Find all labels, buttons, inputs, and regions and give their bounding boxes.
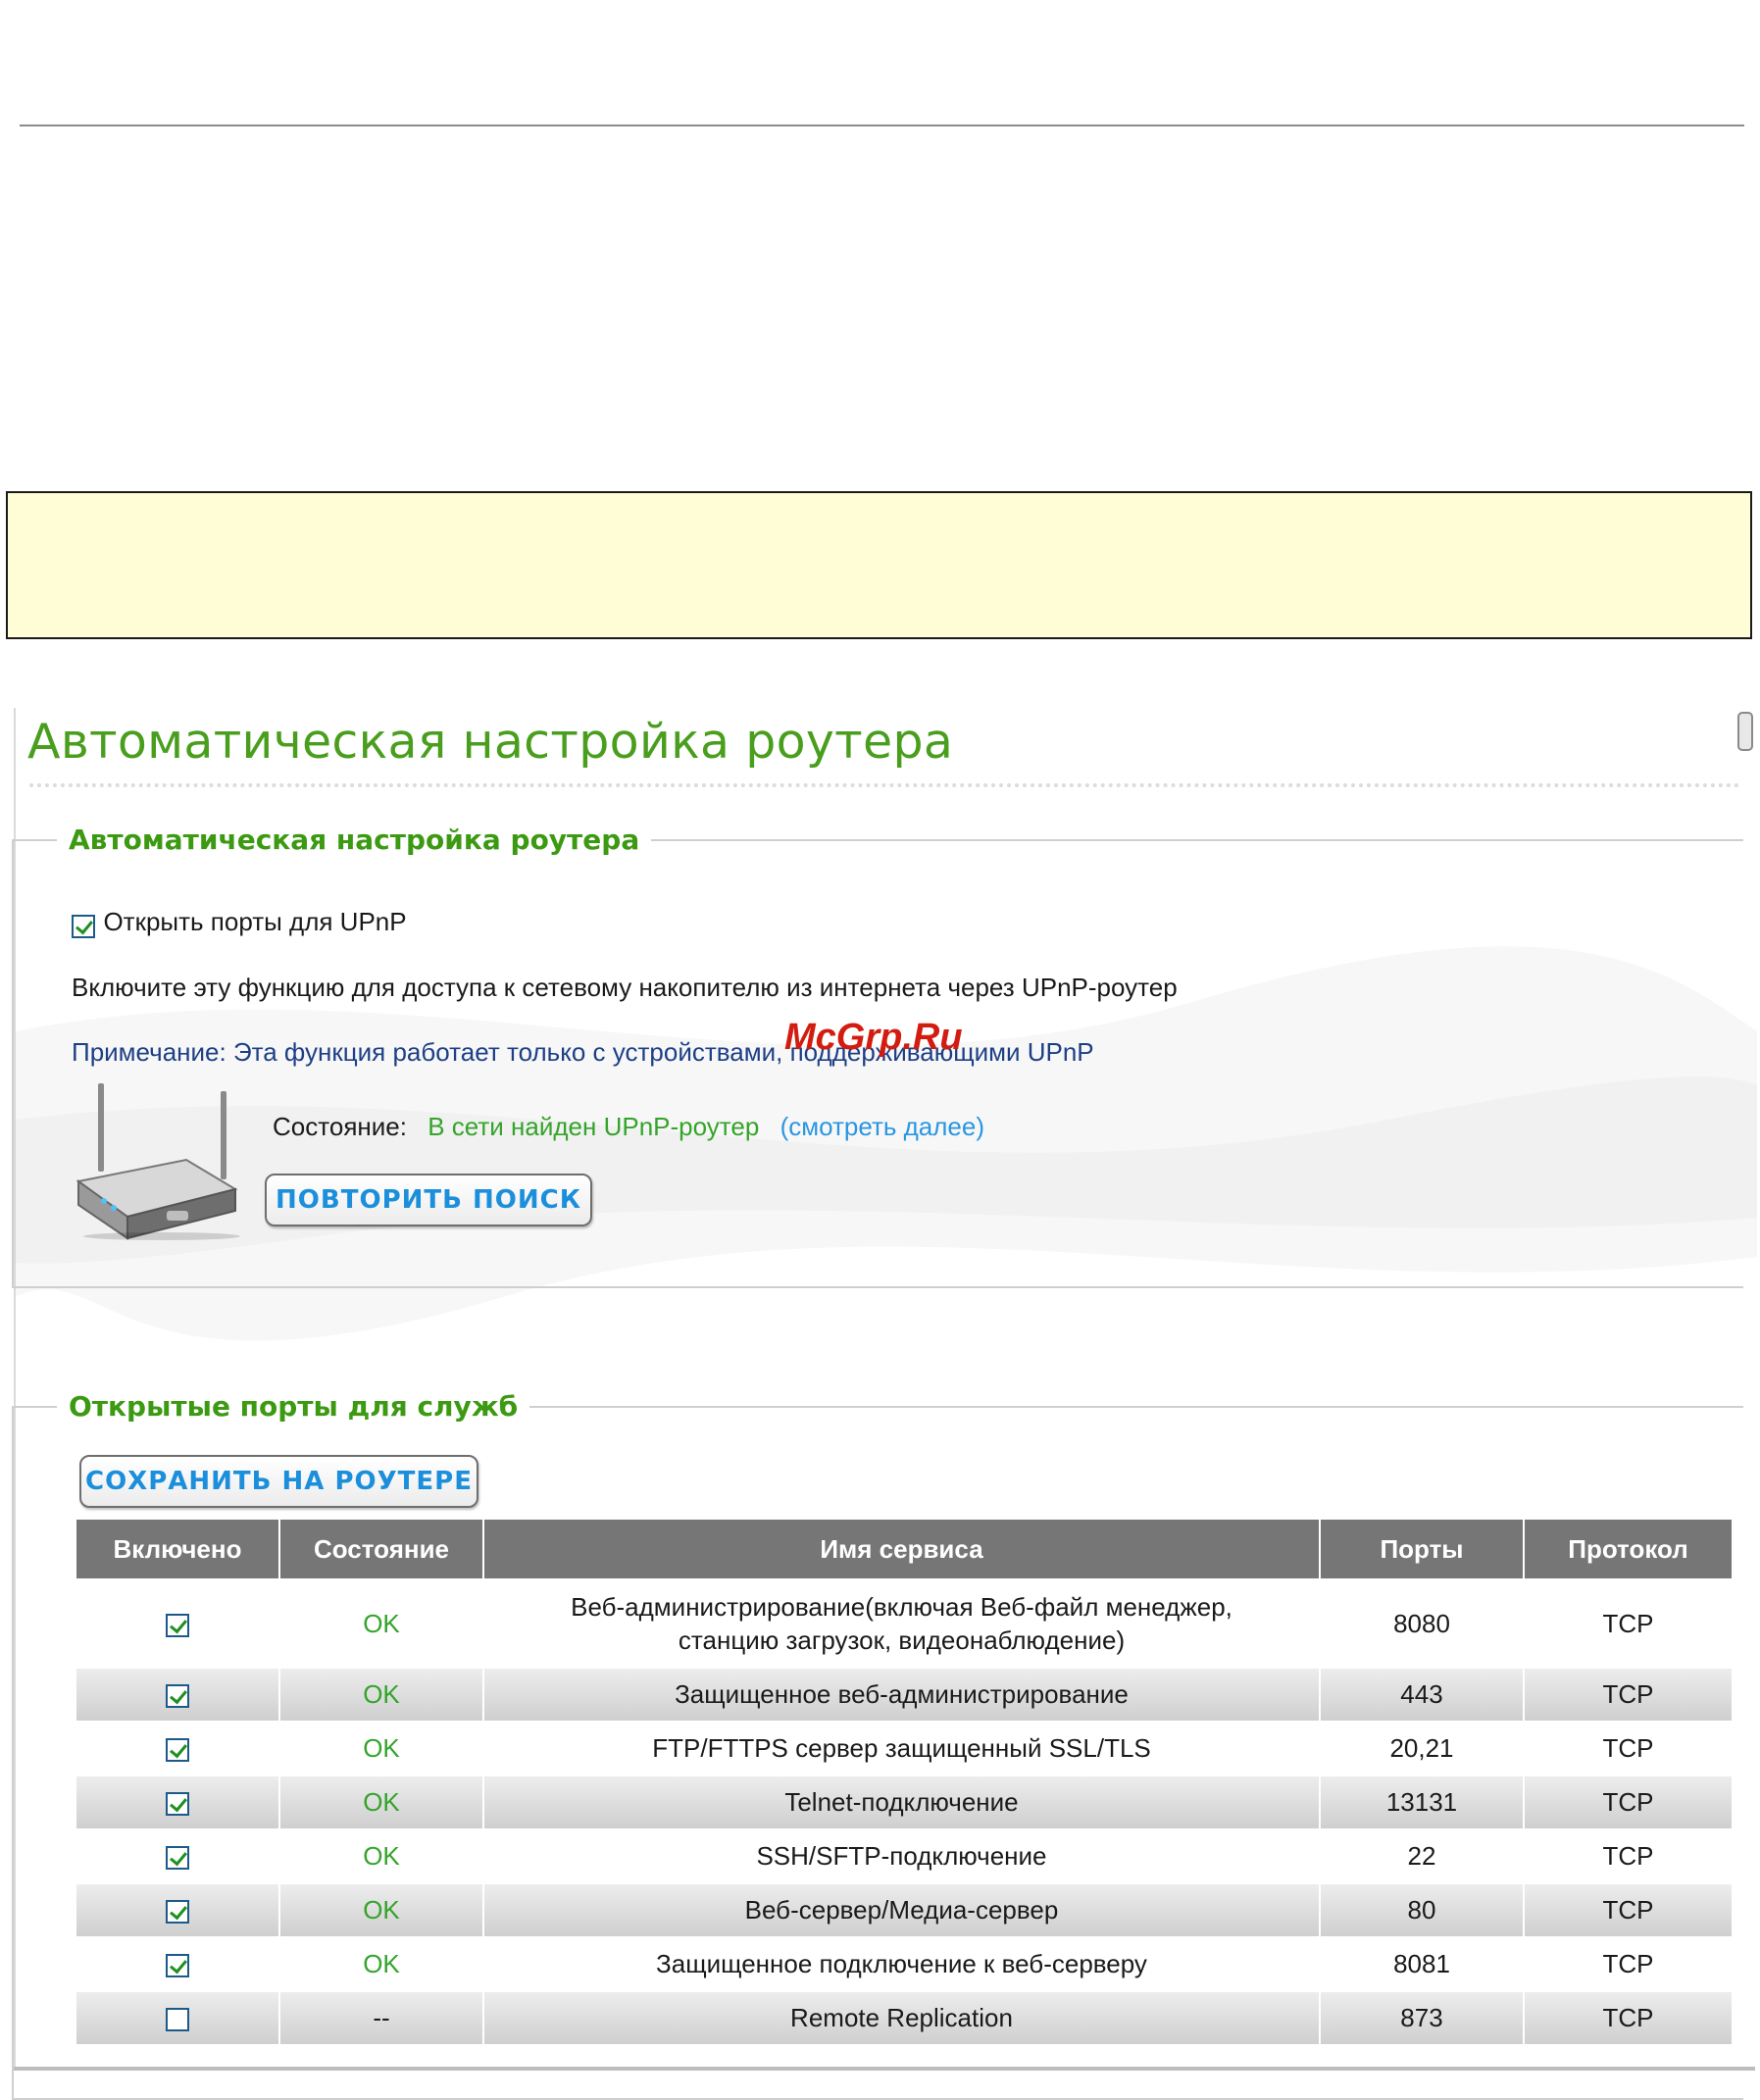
upnp-checkbox-label: Открыть порты для UPnP	[103, 907, 407, 936]
watermark-text: McGrp.Ru	[784, 1017, 963, 1058]
enabled-cell	[75, 1775, 280, 1830]
protocol-cell: TCP	[1523, 1775, 1734, 1830]
ports-cell: 873	[1319, 1990, 1525, 2046]
status-cell: OK	[278, 1828, 484, 1884]
service-enabled-checkbox[interactable]	[166, 1954, 189, 1978]
protocol-cell: TCP	[1523, 1828, 1734, 1884]
status-cell: OK	[278, 1936, 484, 1992]
table-row: OK SSH/SFTP-подключение 22 TCP	[75, 1828, 1734, 1884]
scrollbar-thumb[interactable]	[1737, 712, 1753, 751]
column-header-service-name: Имя сервиса	[482, 1518, 1321, 1580]
status-cell: --	[278, 1990, 484, 2046]
column-header-ports: Порты	[1319, 1518, 1525, 1580]
protocol-cell: TCP	[1523, 1990, 1734, 2046]
service-name-line: станцию загрузок, видеонаблюдение)	[678, 1625, 1126, 1655]
service-name-cell: Веб-сервер/Медиа-сервер	[482, 1882, 1321, 1938]
status-value: В сети найден UPnP-роутер	[427, 1112, 760, 1141]
table-row: OK Веб-сервер/Медиа-сервер 80 TCP	[75, 1882, 1734, 1938]
table-row: OK Telnet-подключение 13131 TCP	[75, 1775, 1734, 1830]
protocol-cell: TCP	[1523, 1667, 1734, 1723]
upnp-checkbox[interactable]	[72, 914, 95, 938]
table-header-row: Включено Состояние Имя сервиса Порты Про…	[75, 1518, 1734, 1580]
enabled-cell	[75, 1578, 280, 1669]
column-header-enabled: Включено	[75, 1518, 280, 1580]
service-enabled-checkbox[interactable]	[166, 1738, 189, 1763]
column-header-status: Состояние	[278, 1518, 484, 1580]
status-cell: OK	[278, 1882, 484, 1938]
ports-cell: 13131	[1319, 1775, 1525, 1830]
enabled-cell	[75, 1828, 280, 1884]
status-cell: OK	[278, 1775, 484, 1830]
ports-cell: 20,21	[1319, 1721, 1525, 1776]
service-enabled-checkbox[interactable]	[166, 1684, 189, 1709]
status-row: Состояние: В сети найден UPnP-роутер (см…	[273, 1112, 984, 1142]
protocol-cell: TCP	[1523, 1936, 1734, 1992]
ports-cell: 8081	[1319, 1936, 1525, 1992]
ports-cell: 8080	[1319, 1578, 1525, 1669]
table-row: OK FTP/FTTPS сервер защищенный SSL/TLS 2…	[75, 1721, 1734, 1776]
upnp-checkbox-row: Открыть порты для UPnP	[72, 907, 407, 938]
enabled-cell	[75, 1721, 280, 1776]
table-row: OK Защищенное веб-администрирование 443 …	[75, 1667, 1734, 1723]
title-divider	[29, 783, 1740, 787]
protocol-cell: TCP	[1523, 1721, 1734, 1776]
enabled-cell	[75, 1882, 280, 1938]
panel-bottom-edge	[14, 2067, 1755, 2071]
service-enabled-checkbox[interactable]	[166, 1792, 189, 1817]
page-title: Автоматическая настройка роутера	[27, 714, 954, 770]
status-more-link[interactable]: (смотреть далее)	[780, 1112, 984, 1141]
auto-router-legend: Автоматическая настройка роутера	[69, 824, 640, 856]
service-name-cell: Защищенное подключение к веб-серверу	[482, 1936, 1321, 1992]
service-name-cell: SSH/SFTP-подключение	[482, 1828, 1321, 1884]
ports-cell: 80	[1319, 1882, 1525, 1938]
status-label: Состояние:	[273, 1112, 407, 1141]
status-cell: OK	[278, 1721, 484, 1776]
service-name-cell: Веб-администрирование(включая Веб-файл м…	[482, 1578, 1321, 1669]
status-cell: OK	[278, 1578, 484, 1669]
services-table: Включено Состояние Имя сервиса Порты Про…	[75, 1518, 1734, 2046]
save-on-router-button[interactable]: СОХРАНИТЬ НА РОУТЕРЕ	[79, 1455, 478, 1508]
ports-cell: 22	[1319, 1828, 1525, 1884]
service-name-cell: FTP/FTTPS сервер защищенный SSL/TLS	[482, 1721, 1321, 1776]
ports-cell: 443	[1319, 1667, 1525, 1723]
service-name-line: Веб-администрирование(включая Веб-файл м…	[571, 1592, 1232, 1622]
service-name-cell: Защищенное веб-администрирование	[482, 1667, 1321, 1723]
service-enabled-checkbox[interactable]	[166, 1613, 189, 1637]
note-box	[6, 491, 1752, 639]
service-name-cell: Remote Replication	[482, 1990, 1321, 2046]
service-enabled-checkbox[interactable]	[166, 1900, 189, 1925]
feature-description: Включите эту функцию для доступа к сетев…	[72, 973, 1178, 1002]
enabled-cell	[75, 1667, 280, 1723]
enabled-cell	[75, 1990, 280, 2046]
services-legend: Открытые порты для служб	[69, 1390, 519, 1423]
service-name-cell: Telnet-подключение	[482, 1775, 1321, 1830]
enabled-cell	[75, 1936, 280, 1992]
retry-search-button[interactable]: ПОВТОРИТЬ ПОИСК	[265, 1174, 592, 1226]
router-icon	[75, 1083, 240, 1240]
table-row: OK Защищенное подключение к веб-серверу …	[75, 1936, 1734, 1992]
table-row: -- Remote Replication 873 TCP	[75, 1990, 1734, 2046]
service-enabled-checkbox[interactable]	[166, 2008, 189, 2032]
status-cell: OK	[278, 1667, 484, 1723]
top-divider	[20, 125, 1744, 126]
column-header-protocol: Протокол	[1523, 1518, 1734, 1580]
service-enabled-checkbox[interactable]	[166, 1846, 189, 1871]
table-row: OK Веб-администрирование(включая Веб-фай…	[75, 1578, 1734, 1669]
protocol-cell: TCP	[1523, 1578, 1734, 1669]
protocol-cell: TCP	[1523, 1882, 1734, 1938]
